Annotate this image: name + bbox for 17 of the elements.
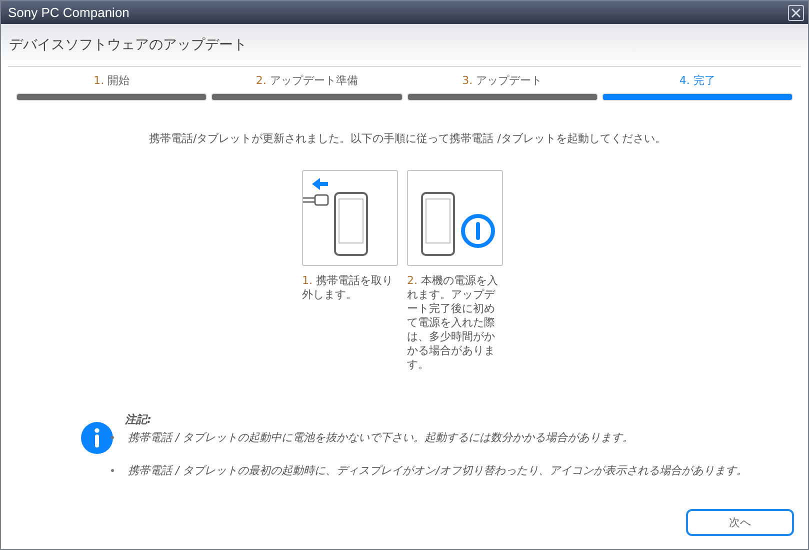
- close-icon[interactable]: [788, 4, 804, 20]
- window-title: Sony PC Companion: [8, 5, 130, 20]
- info-icon: [81, 422, 113, 454]
- bullet-icon: [111, 436, 114, 439]
- step-caption: 2. 本機の電源を入れます。アップデート完了後に初めて電源を入れた際は、多少時間がかかる場合があります。: [407, 274, 499, 372]
- step-label: 2. アップデート準備: [256, 73, 358, 88]
- step-label: 1. 開始: [94, 73, 130, 88]
- bullet-icon: [111, 469, 114, 472]
- next-button[interactable]: 次へ: [686, 509, 794, 536]
- page-title: デバイスソフトウェアのアップデート: [9, 36, 247, 54]
- note-text: 携帯電話 / タブレットの起動中に電池を抜かないで下さい。起動するには数分かかる場合があります。: [128, 430, 634, 445]
- note-text: 携帯電話 / タブレットの最初の起動時に、ディスプレイがオン/オフ切り替わったり、アイコンが表示される場合があります。: [128, 463, 748, 478]
- step-caption: 1. 携帯電話を取り外します。: [302, 274, 394, 302]
- note-title: 注記:: [125, 412, 152, 427]
- instruction-text: 携帯電話/タブレットが更新されました。以下の手順に従って携帯電話 /タブレットを起動してください。: [148, 131, 667, 146]
- step-label: 4. 完了: [679, 73, 716, 88]
- step-label: 3. アップデート: [462, 73, 542, 88]
